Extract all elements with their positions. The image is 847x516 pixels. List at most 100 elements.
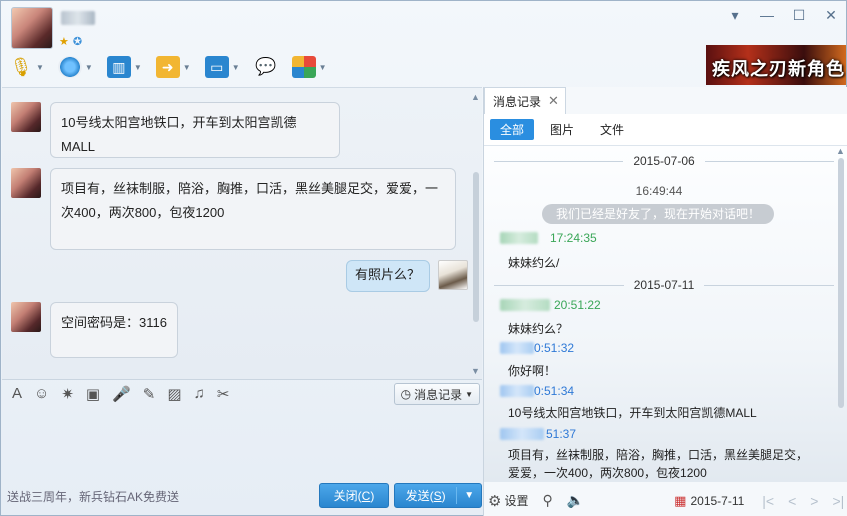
close-icon[interactable]: ✕ (824, 7, 838, 24)
input-toolbar: A ☺ ✷ ▣ 🎤 ✎ ▨ ♫ ✂ ◷ 消息记录 ▼ (2, 379, 482, 407)
minimize-icon[interactable]: — (760, 7, 774, 24)
close-button[interactable]: 关闭(C) (319, 483, 389, 508)
video-call-button[interactable]: ▼ (57, 56, 93, 78)
window-controls: ▾ — ☐ ✕ (728, 7, 838, 24)
date-text: 2015-07-11 (633, 278, 695, 292)
contact-status-icons: ★✪ (59, 35, 86, 48)
chevron-down-icon: ▼ (231, 62, 240, 72)
history-date[interactable]: 2015-7-11 (690, 494, 744, 508)
music-icon[interactable]: ♫ (194, 385, 205, 402)
first-page-icon[interactable]: |< (762, 493, 774, 509)
top-toolbar: 🎙 ▼ ▼ ▥ ▼ ➜ ▼ ▭ ▼ 💬 ▼ (9, 56, 327, 78)
message-time: 17:24:35 (550, 231, 597, 245)
sender-name-blurred (500, 342, 534, 354)
message-time: 0:51:34 (534, 384, 575, 398)
send-label: 发送( (405, 489, 434, 503)
contact-message-avatar[interactable] (11, 168, 41, 198)
webcam-icon (57, 56, 82, 78)
doodle-icon[interactable]: ✎ (143, 385, 156, 403)
history-message-text: 项目有，丝袜制服，陪浴，胸推，口活，黑丝美腿足交， 爱爱，一次400，两次800… (508, 446, 828, 482)
message-time: 51:37 (546, 427, 577, 441)
file-transfer-button[interactable]: ➜ ▼ (155, 56, 191, 78)
voice-call-button[interactable]: 🎙 ▼ (9, 56, 44, 78)
contact-avatar[interactable] (11, 7, 53, 49)
send-shortcut: S (433, 489, 442, 503)
tab-message-history[interactable]: 消息记录 ✕ (484, 87, 566, 114)
contact-message-avatar[interactable] (11, 302, 41, 332)
calendar-icon[interactable]: ▦ (674, 493, 686, 509)
filter-all[interactable]: 全部 (490, 119, 535, 140)
chevron-down-icon[interactable]: ▼ (471, 366, 480, 376)
my-message-bubble: 有照片么？ (346, 260, 430, 292)
scrollbar-thumb[interactable] (838, 158, 844, 408)
date-separator: 2015-07-06 (494, 153, 834, 169)
game-ad-banner[interactable]: 疾风之刃新角色 (706, 45, 846, 85)
footer-ad-link[interactable]: 送战三周年，新兵钻石AK免费送 (7, 488, 179, 505)
image-icon[interactable]: ▨ (167, 385, 181, 403)
message-bubble: 10号线太阳宫地铁口，开车到太阳宫凯德MALL (50, 102, 340, 158)
message-history-label: 消息记录 (414, 387, 463, 402)
app-button[interactable]: ▥ ▼ (106, 56, 142, 78)
close-tab-icon[interactable]: ✕ (548, 93, 559, 109)
star-icon: ★ (59, 36, 73, 48)
emoji-icon[interactable]: ☺ (34, 385, 49, 402)
scrollbar-thumb[interactable] (473, 172, 479, 322)
history-message-text: 10号线太阳宫地铁口，开车到太阳宫凯德MALL (508, 406, 757, 420)
gear-icon[interactable]: ⚙ (488, 492, 501, 510)
app-grid-icon (291, 56, 316, 78)
microphone-icon: 🎙 (9, 56, 33, 77)
discussion-button[interactable]: 💬 (254, 56, 278, 78)
date-separator: 2015-07-11 (494, 277, 834, 293)
voice-message-icon[interactable]: 🎤 (112, 385, 131, 403)
filter-images[interactable]: 图片 (540, 119, 584, 140)
monitor-icon: ▭ (204, 56, 229, 78)
qzone-icon[interactable]: ✪ (73, 36, 86, 48)
message-history-button[interactable]: ◷ 消息记录 ▼ (393, 383, 480, 405)
dropdown-menu-icon[interactable]: ▾ (728, 7, 742, 24)
close-label-end: ) (370, 488, 375, 503)
history-footer: ⚙ 设置 ⚲ 🔈 ▦ 2015-7-11 |< < > >| (484, 485, 847, 516)
settings-label[interactable]: 设置 (504, 492, 528, 509)
send-options-chevron-icon[interactable]: ▼ (457, 490, 481, 501)
system-message: 我们已经是好友了，现在开始对话吧！ (542, 204, 774, 224)
contact-nickname-blurred (61, 11, 95, 25)
poke-icon[interactable]: ✷ (61, 385, 74, 403)
history-message-line: 项目有，丝袜制服，陪浴，胸推，口活，黑丝美腿足交， (508, 448, 809, 462)
next-page-icon[interactable]: > (810, 493, 818, 509)
message-input[interactable] (2, 407, 482, 481)
chevron-up-icon[interactable]: ▲ (471, 92, 480, 102)
screenshot-scissors-icon[interactable]: ✂ (217, 385, 230, 403)
shake-window-icon[interactable]: ▣ (86, 385, 100, 403)
clock-icon: ◷ (400, 387, 412, 401)
remote-desktop-button[interactable]: ▭ ▼ (204, 56, 240, 78)
chevron-down-icon: ▼ (182, 62, 191, 72)
contact-message-avatar[interactable] (11, 102, 41, 132)
font-icon[interactable]: A (12, 385, 22, 402)
chevron-down-icon: ▼ (36, 62, 44, 72)
last-page-icon[interactable]: >| (832, 493, 844, 509)
close-shortcut: C (361, 488, 371, 503)
sender-name-blurred (500, 299, 550, 311)
chevron-up-icon[interactable]: ▲ (836, 146, 845, 156)
apps-button[interactable]: ▼ (291, 56, 327, 78)
send-button[interactable]: 发送(S) ▼ (394, 483, 482, 508)
message-bubble: 空间密码是：3116 (50, 302, 178, 358)
prev-page-icon[interactable]: < (788, 493, 796, 509)
chat-message-area: 10号线太阳宫地铁口，开车到太阳宫凯德MALL 项目有，丝袜制服，陪浴，胸推，口… (2, 87, 482, 379)
history-message-line: 爱爱，一次400，两次800，包夜1200 (508, 466, 707, 480)
system-time: 16:49:44 (635, 184, 683, 198)
chat-add-icon: 💬 (255, 57, 277, 76)
chevron-down-icon: ▼ (84, 62, 93, 72)
chat-scrollbar[interactable]: ▲ ▼ (471, 92, 481, 376)
history-scrollbar[interactable]: ▲ (836, 146, 846, 480)
message-text: 次400，两次800，包夜1200 (61, 205, 225, 220)
speaker-icon[interactable]: 🔈 (567, 492, 584, 509)
maximize-icon[interactable]: ☐ (792, 7, 806, 24)
send-label-wrap[interactable]: 发送(S) (395, 487, 458, 504)
chevron-down-icon: ▼ (465, 389, 473, 399)
filter-files[interactable]: 文件 (590, 119, 634, 140)
message-bubble: 项目有，丝袜制服，陪浴，胸推，口活，黑丝美腿足交，爱爱，一 次400，两次800… (50, 168, 456, 250)
my-message-avatar[interactable] (438, 260, 468, 290)
search-icon[interactable]: ⚲ (542, 492, 552, 509)
folder-send-icon: ➜ (155, 56, 180, 78)
